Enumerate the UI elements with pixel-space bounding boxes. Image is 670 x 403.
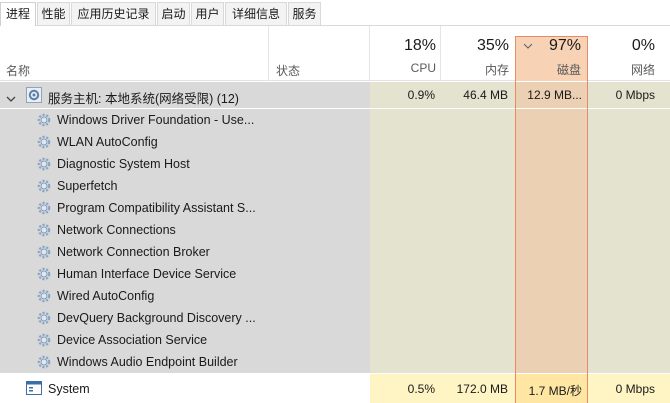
system-name: System [48, 382, 90, 396]
service-row[interactable]: DevQuery Background Discovery ... [0, 307, 670, 329]
system-cpu: 0.5% [407, 382, 435, 396]
gear-icon [36, 112, 52, 128]
group-name: 服务主机: 本地系统(网络受限) (12) [48, 92, 239, 106]
network-percent[interactable]: 0% [588, 37, 655, 55]
tab-performance[interactable]: 性能 [37, 2, 70, 25]
process-row-system[interactable]: System 0.5% 172.0 MB 1.7 MB/秒 0 Mbps [0, 374, 670, 403]
gear-icon [36, 200, 52, 216]
service-row[interactable]: WLAN AutoConfig [0, 131, 670, 153]
tab-app-history[interactable]: 应用历史记录 [71, 2, 156, 25]
window-icon [26, 381, 42, 395]
gear-icon [36, 288, 52, 304]
service-name: Program Compatibility Assistant S... [57, 201, 256, 215]
system-memory: 172.0 MB [456, 382, 508, 396]
service-row[interactable]: Human Interface Device Service [0, 263, 670, 285]
tab-startup[interactable]: 启动 [157, 2, 190, 25]
service-name: Human Interface Device Service [57, 267, 237, 281]
service-name: DevQuery Background Discovery ... [57, 311, 256, 325]
service-name: Network Connection Broker [57, 245, 210, 259]
column-disk-header[interactable]: 磁盘 [515, 61, 581, 78]
service-row[interactable]: Superfetch [0, 175, 670, 197]
column-memory-header[interactable]: 内存 [440, 61, 509, 78]
tab-details[interactable]: 详细信息 [225, 2, 287, 25]
service-name: Network Connections [57, 223, 176, 237]
group-disk: 12.9 MB... [527, 88, 582, 102]
service-row[interactable]: Wired AutoConfig [0, 285, 670, 307]
disk-percent[interactable]: 97% [515, 37, 581, 55]
gear-icon [26, 87, 42, 103]
group-memory: 46.4 MB [463, 88, 508, 102]
service-row[interactable]: Windows Driver Foundation - Use... [0, 109, 670, 131]
gear-icon [36, 266, 52, 282]
system-disk: 1.7 MB/秒 [528, 384, 582, 398]
service-row[interactable]: Windows Audio Endpoint Builder [0, 351, 670, 373]
tab-users[interactable]: 用户 [191, 2, 224, 25]
group-network: 0 Mbps [615, 88, 655, 102]
tab-processes[interactable]: 进程 [0, 2, 36, 27]
column-header: 名称 状态 18% CPU 35% 内存 97% 磁盘 0% 网络 [0, 26, 670, 81]
service-row[interactable]: Network Connections [0, 219, 670, 241]
column-status-header[interactable]: 状态 [276, 62, 300, 79]
column-cpu-header[interactable]: CPU [370, 61, 436, 75]
service-row[interactable]: Diagnostic System Host [0, 153, 670, 175]
gear-icon [36, 332, 52, 348]
service-name: WLAN AutoConfig [57, 135, 158, 149]
memory-percent[interactable]: 35% [440, 37, 509, 55]
service-name: Device Association Service [57, 333, 208, 347]
service-row[interactable]: Device Association Service [0, 329, 670, 351]
column-network-header[interactable]: 网络 [588, 61, 655, 78]
gear-icon [36, 178, 52, 194]
gear-icon [36, 310, 52, 326]
gear-icon [36, 134, 52, 150]
gear-icon [36, 244, 52, 260]
chevron-down-icon[interactable] [6, 91, 16, 102]
tab-services[interactable]: 服务 [288, 2, 321, 25]
service-name: Diagnostic System Host [57, 157, 190, 171]
service-row[interactable]: Network Connection Broker [0, 241, 670, 263]
group-cpu: 0.9% [407, 88, 435, 102]
process-group-row[interactable]: 服务主机: 本地系统(网络受限) (12) 0.9% 46.4 MB 12.9 … [0, 82, 670, 108]
column-name-header[interactable]: 名称 [6, 62, 30, 79]
cpu-percent[interactable]: 18% [370, 37, 436, 55]
gear-icon [36, 354, 52, 370]
service-name: Windows Audio Endpoint Builder [57, 355, 238, 369]
service-row[interactable]: Program Compatibility Assistant S... [0, 197, 670, 219]
service-name: Windows Driver Foundation - Use... [57, 113, 255, 127]
gear-icon [36, 222, 52, 238]
tab-bar: 进程 性能 应用历史记录 启动 用户 详细信息 服务 [0, 0, 670, 27]
system-network: 0 Mbps [615, 382, 655, 396]
gear-icon [36, 156, 52, 172]
service-name: Wired AutoConfig [57, 289, 155, 303]
column-divider[interactable] [268, 26, 269, 81]
service-name: Superfetch [57, 179, 118, 193]
